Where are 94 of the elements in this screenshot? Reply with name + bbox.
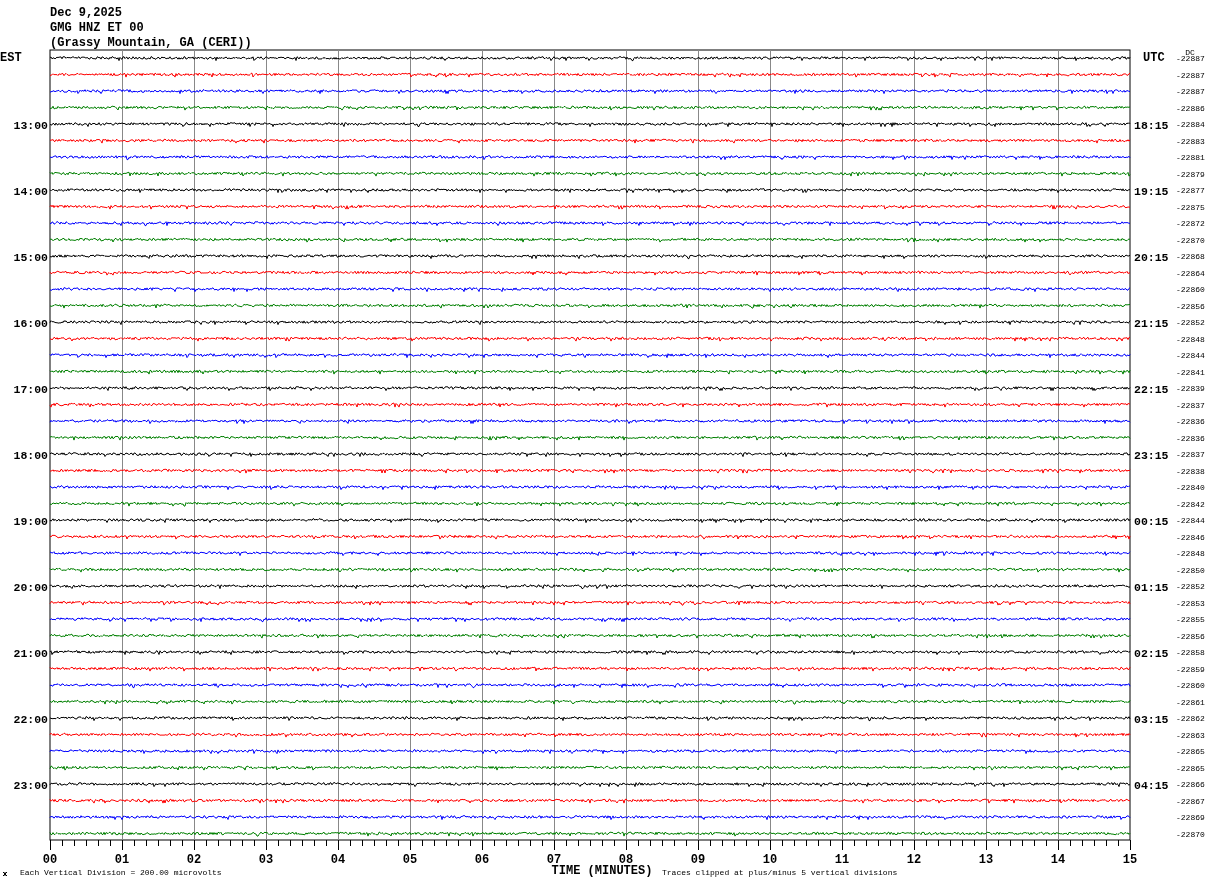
dc-offset-label: -22872 — [1176, 219, 1205, 228]
dc-offset-label: -22850 — [1176, 565, 1205, 575]
dc-offset-label: -22856 — [1176, 301, 1205, 311]
dc-offset-label: -22836 — [1176, 433, 1205, 443]
station-label: GMG HNZ ET 00 — [50, 21, 144, 35]
dc-offset-label: -22865 — [1176, 747, 1205, 756]
dc-offset-label: -22846 — [1176, 532, 1205, 542]
utc-time-label: 02:15 — [1134, 647, 1169, 660]
dc-offset-label: -22887 — [1176, 54, 1205, 63]
dc-offset-label: -22848 — [1176, 334, 1205, 344]
dc-header-label: DC — [1185, 48, 1195, 57]
est-time-label: 14:00 — [13, 185, 48, 198]
est-time-label: 17:00 — [13, 383, 48, 396]
utc-time-label: 01:15 — [1134, 581, 1169, 594]
dc-offset-label: -22860 — [1176, 285, 1205, 294]
axis-title: TIME (MINUTES) — [551, 864, 653, 878]
dc-offset-label: -22884 — [1176, 120, 1205, 129]
timezone-label: UTC — [1143, 51, 1165, 65]
est-time-label: 13:00 — [13, 119, 48, 132]
minute-label: 10 — [762, 853, 778, 867]
dc-offset-label: -22887 — [1176, 87, 1205, 96]
dc-offset-label: -22877 — [1176, 186, 1205, 195]
dc-offset-label: -22838 — [1176, 466, 1205, 476]
location-label: (Grassy Mountain, GA (CERI)) — [50, 36, 252, 50]
dc-offset-label: -22852 — [1176, 582, 1205, 591]
dc-offset-label: -22856 — [1176, 631, 1205, 641]
dc-offset-label: -22839 — [1176, 384, 1205, 393]
est-time-label: 19:00 — [13, 515, 48, 528]
dc-offset-label: -22866 — [1176, 780, 1205, 789]
minute-label: 04 — [330, 853, 346, 867]
dc-offset-label: -22862 — [1176, 714, 1205, 723]
dc-offset-label: -22852 — [1176, 318, 1205, 327]
dc-offset-label: -22886 — [1176, 103, 1205, 113]
clip-note: Traces clipped at plus/minus 5 vertical divisions — [662, 868, 898, 877]
timezone-label: EST — [0, 51, 22, 65]
dc-offset-label: -22840 — [1176, 483, 1205, 492]
minute-label: 12 — [906, 853, 922, 867]
est-time-label: 22:00 — [13, 713, 48, 726]
dc-offset-label: -22853 — [1176, 598, 1205, 608]
dc-offset-label: -22860 — [1176, 681, 1205, 690]
minute-label: 03 — [258, 853, 274, 867]
utc-time-label: 20:15 — [1134, 251, 1169, 264]
dc-offset-label: -22842 — [1176, 499, 1205, 509]
minute-label: 01 — [114, 853, 130, 867]
scale-note: Each Vertical Division = 200.00 microvolts — [20, 868, 222, 877]
dc-offset-label: -22858 — [1176, 648, 1205, 657]
dc-offset-label: -22883 — [1176, 136, 1205, 146]
dc-offset-label: -22844 — [1176, 516, 1205, 525]
dc-offset-label: -22879 — [1176, 169, 1205, 179]
utc-time-label: 22:15 — [1134, 383, 1169, 396]
minute-label: 09 — [690, 853, 706, 867]
est-time-label: 21:00 — [13, 647, 48, 660]
utc-time-label: 04:15 — [1134, 779, 1169, 792]
minute-label: 11 — [834, 853, 850, 867]
dc-offset-label: -22855 — [1176, 615, 1205, 624]
utc-time-label: 03:15 — [1134, 713, 1169, 726]
dc-offset-label: -22865 — [1176, 763, 1205, 773]
dc-offset-label: -22868 — [1176, 252, 1205, 261]
est-time-label: 18:00 — [13, 449, 48, 462]
dc-offset-label: -22859 — [1176, 664, 1205, 674]
minute-label: 15 — [1122, 853, 1138, 867]
utc-time-label: 23:15 — [1134, 449, 1169, 462]
dc-offset-label: -22875 — [1176, 202, 1205, 212]
small-mark-icon — [2, 871, 8, 877]
est-time-label: 20:00 — [13, 581, 48, 594]
utc-time-label: 19:15 — [1134, 185, 1169, 198]
dc-offset-label: -22887 — [1176, 70, 1205, 80]
dc-offset-label: -22844 — [1176, 351, 1205, 360]
minute-label: 00 — [42, 853, 58, 867]
minute-label: 13 — [978, 853, 994, 867]
dc-offset-label: -22881 — [1176, 153, 1205, 162]
est-time-label: 16:00 — [13, 317, 48, 330]
dc-offset-label: -22848 — [1176, 549, 1205, 558]
dc-offset-label: -22836 — [1176, 417, 1205, 426]
est-time-label: 23:00 — [13, 779, 48, 792]
dc-offset-label: -22870 — [1176, 235, 1205, 245]
minute-label: 02 — [186, 853, 202, 867]
utc-time-label: 00:15 — [1134, 515, 1169, 528]
dc-offset-label: -22841 — [1176, 367, 1205, 377]
dc-offset-label: -22864 — [1176, 268, 1205, 278]
utc-time-label: 21:15 — [1134, 317, 1169, 330]
minute-label: 05 — [402, 853, 418, 867]
date-label: Dec 9,2025 — [50, 6, 122, 20]
dc-offset-label: -22870 — [1176, 829, 1205, 839]
dc-offset-label: -22869 — [1176, 813, 1205, 822]
dc-offset-label: -22863 — [1176, 730, 1205, 740]
minute-label: 06 — [474, 853, 490, 867]
minute-label: 14 — [1050, 853, 1066, 867]
dc-offset-label: -22867 — [1176, 796, 1205, 806]
dc-offset-label: -22837 — [1176, 450, 1205, 459]
est-time-label: 15:00 — [13, 251, 48, 264]
utc-time-label: 18:15 — [1134, 119, 1169, 132]
dc-offset-label: -22837 — [1176, 400, 1205, 410]
dc-offset-label: -22861 — [1176, 697, 1205, 707]
